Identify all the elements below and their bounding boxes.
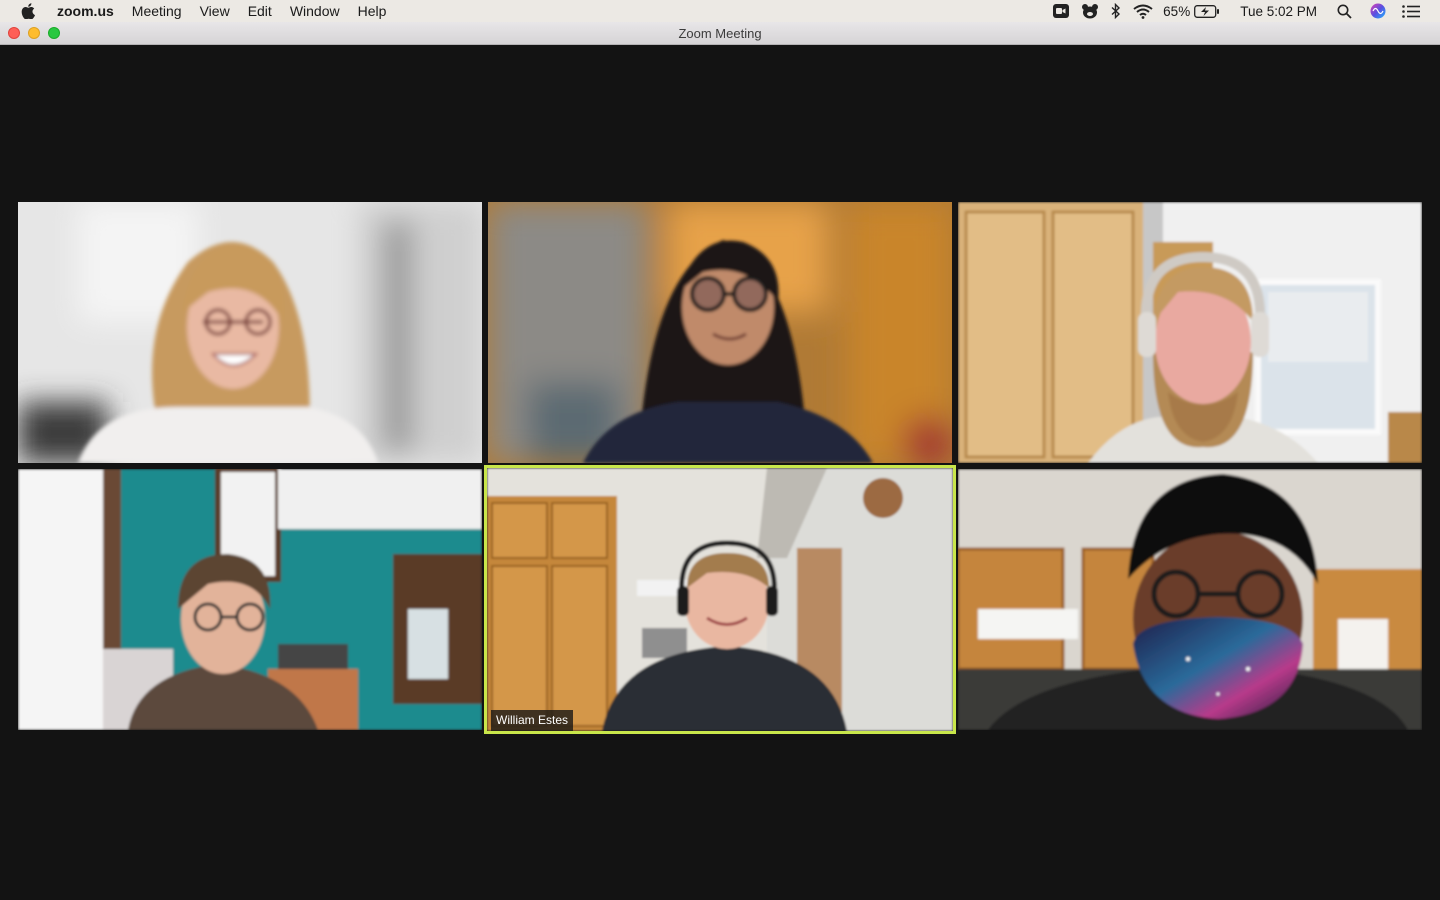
apple-logo-icon — [21, 3, 35, 19]
menu-view[interactable]: View — [191, 0, 239, 22]
wifi-icon[interactable] — [1133, 4, 1153, 19]
menu-bar-status-area: 65% Tue 5:02 PM — [1047, 0, 1440, 22]
participant-video — [487, 468, 953, 731]
window-title-bar: Zoom Meeting — [0, 22, 1440, 45]
notification-center-icon[interactable] — [1402, 4, 1420, 18]
menu-window[interactable]: Window — [281, 0, 349, 22]
bluetooth-icon[interactable] — [1111, 3, 1121, 19]
menu-zoom-us[interactable]: zoom.us — [48, 0, 123, 22]
participant-video-tile[interactable] — [488, 202, 952, 463]
participant-video-tile[interactable] — [18, 469, 482, 730]
apple-menu[interactable] — [8, 3, 48, 19]
participant-video — [488, 202, 952, 463]
menu-bar-clock[interactable]: Tue 5:02 PM — [1240, 4, 1317, 19]
participant-video-tile[interactable] — [958, 469, 1422, 730]
menu-edit[interactable]: Edit — [239, 0, 281, 22]
siri-icon[interactable] — [1370, 3, 1386, 19]
bear-icon[interactable] — [1081, 3, 1099, 19]
battery-charging-icon[interactable] — [1194, 4, 1220, 18]
participant-name-label: William Estes — [491, 710, 574, 731]
participant-video — [18, 469, 482, 730]
participant-video-tile[interactable] — [18, 202, 482, 463]
menu-meeting[interactable]: Meeting — [123, 0, 191, 22]
participant-video — [958, 202, 1422, 463]
zoom-camera-icon[interactable] — [1053, 4, 1070, 18]
search-icon[interactable] — [1337, 4, 1352, 19]
participant-video-tile[interactable] — [958, 202, 1422, 463]
window-title: Zoom Meeting — [678, 26, 762, 41]
battery-percent: 65% — [1163, 3, 1191, 19]
participant-video — [18, 202, 482, 463]
participant-video-tile-active-speaker[interactable]: William Estes — [484, 465, 956, 734]
menu-help[interactable]: Help — [349, 0, 396, 22]
participant-video — [958, 469, 1422, 730]
macos-menu-bar: zoom.us Meeting View Edit Window Help 65… — [0, 0, 1440, 22]
